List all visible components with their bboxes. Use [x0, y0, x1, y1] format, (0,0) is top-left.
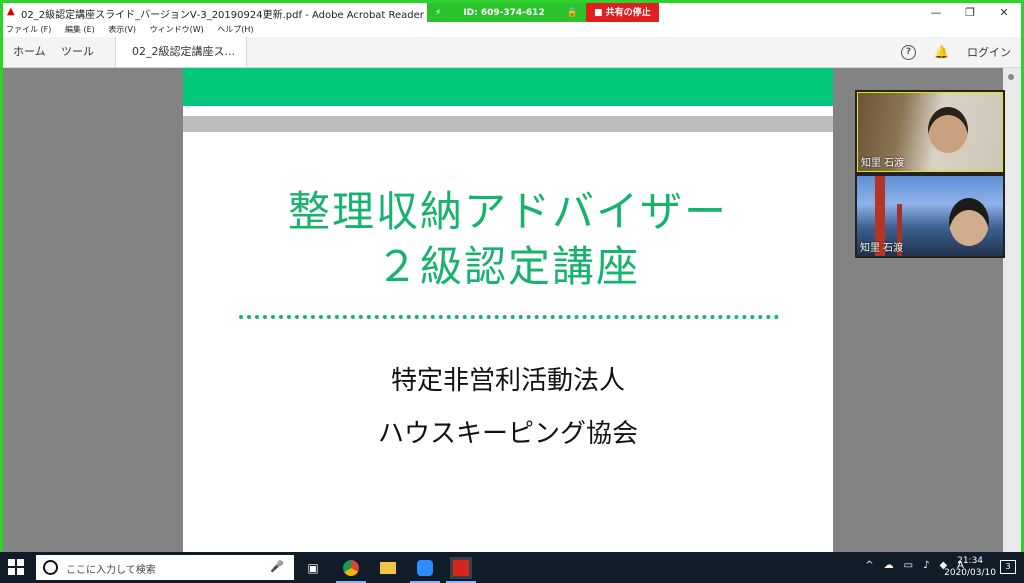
notification-icon[interactable]: 3	[1000, 560, 1016, 574]
stop-share-button[interactable]: ■ 共有の停止	[585, 3, 659, 23]
tab-home[interactable]: ホーム	[13, 37, 46, 67]
chevron-up-icon[interactable]: ^	[865, 560, 873, 571]
meeting-id-badge[interactable]: ⚡ ID: 609-374-612 🔒	[427, 3, 586, 23]
video-tile[interactable]: 知里 石渡	[857, 176, 1003, 256]
menu-edit[interactable]: 編集 (E)	[65, 22, 95, 37]
window-controls: — ❐ ✕	[919, 3, 1021, 22]
close-button[interactable]: ✕	[987, 3, 1021, 22]
toolbar-right: ? 🔔 ログイン	[901, 37, 1011, 67]
participant-video	[928, 107, 968, 153]
pdf-page: 整理収納アドバイザー ２級認定講座 特定非営利活動法人 ハウスキーピング協会	[183, 68, 833, 555]
org-line1: 特定非営利活動法人	[390, 366, 625, 396]
stop-icon: ■	[593, 8, 603, 18]
org-line2: ハウスキーピング協会	[377, 419, 638, 449]
slide-title-line1: 整理収納アドバイザー	[287, 187, 728, 236]
video-panel: 知里 石渡 知里 石渡	[855, 90, 1005, 258]
scroll-thumb[interactable]	[1008, 74, 1014, 80]
taskbar: ここに入力して検索 🎤 ▣ ^ ☁ ▭ ♪ ◆ A 21:34 2020/03/…	[0, 552, 1024, 583]
taskbar-clock[interactable]: 21:34 2020/03/10	[944, 555, 996, 579]
menu-bar: ファイル (F) 編集 (E) 表示(V) ウィンドウ(W) ヘルプ(H)	[3, 22, 1021, 37]
clock-date: 2020/03/10	[944, 568, 996, 578]
search-placeholder: ここに入力して検索	[66, 565, 156, 576]
lock-icon: 🔒	[566, 8, 578, 18]
video-tile[interactable]: 知里 石渡	[857, 92, 1003, 172]
participant-name: 知里 石渡	[860, 243, 904, 254]
help-icon[interactable]: ?	[901, 44, 917, 60]
minimize-button[interactable]: —	[919, 3, 953, 22]
stop-share-label: 共有の停止	[605, 8, 651, 18]
login-button[interactable]: ログイン	[967, 44, 1011, 60]
restore-button[interactable]: ❐	[953, 3, 987, 22]
toolbar: ホーム ツール 02_2級認定講座ス... ✕ ? 🔔 ログイン	[3, 37, 1021, 88]
gray-band	[183, 116, 833, 132]
share-bar: ⚡ ID: 609-374-612 🔒 ■ 共有の停止	[427, 3, 659, 23]
chrome-icon[interactable]	[340, 557, 362, 579]
task-view-icon[interactable]: ▣	[302, 557, 324, 579]
menu-file[interactable]: ファイル (F)	[6, 22, 51, 37]
acrobat-icon[interactable]	[450, 557, 472, 579]
menu-view[interactable]: 表示(V)	[108, 22, 136, 37]
windows-start-icon[interactable]	[8, 559, 24, 575]
bell-icon[interactable]: 🔔	[934, 45, 949, 59]
pdf-icon: ▲	[7, 6, 15, 17]
title-bar: ▲ 02_2級認定講座スライド_バージョンⅤ-3_20190924更新.pdf …	[3, 3, 1021, 23]
cortana-icon	[43, 560, 58, 575]
zoom-icon[interactable]	[414, 557, 436, 579]
tab-document-label: 02_2級認定講座ス...	[132, 45, 235, 58]
header-band	[183, 68, 833, 106]
cloud-icon[interactable]: ☁	[884, 560, 894, 571]
menu-window[interactable]: ウィンドウ(W)	[150, 22, 204, 37]
screen-frame: ▲ 02_2級認定講座スライド_バージョンⅤ-3_20190924更新.pdf …	[0, 0, 1024, 583]
volume-icon[interactable]: ♪	[923, 560, 929, 571]
file-explorer-icon[interactable]	[377, 557, 399, 579]
taskbar-search[interactable]: ここに入力して検索 🎤	[36, 555, 294, 580]
participant-video	[949, 198, 989, 246]
tab-document[interactable]: 02_2級認定講座ス... ✕	[115, 37, 247, 88]
vertical-scrollbar[interactable]	[1003, 68, 1021, 555]
mic-icon[interactable]: 🎤	[270, 560, 284, 573]
dotted-divider	[239, 315, 779, 319]
clock-time: 21:34	[957, 556, 984, 566]
meeting-id: ID: 609-374-612	[463, 8, 545, 18]
tab-tools[interactable]: ツール	[61, 37, 94, 67]
slide-title-line2: ２級認定講座	[375, 242, 640, 291]
participant-name: 知里 石渡	[861, 158, 905, 169]
window-title: 02_2級認定講座スライド_バージョンⅤ-3_20190924更新.pdf - …	[21, 10, 442, 21]
menu-help[interactable]: ヘルプ(H)	[217, 22, 253, 37]
signal-icon: ⚡	[435, 8, 442, 18]
battery-icon[interactable]: ▭	[904, 560, 913, 571]
